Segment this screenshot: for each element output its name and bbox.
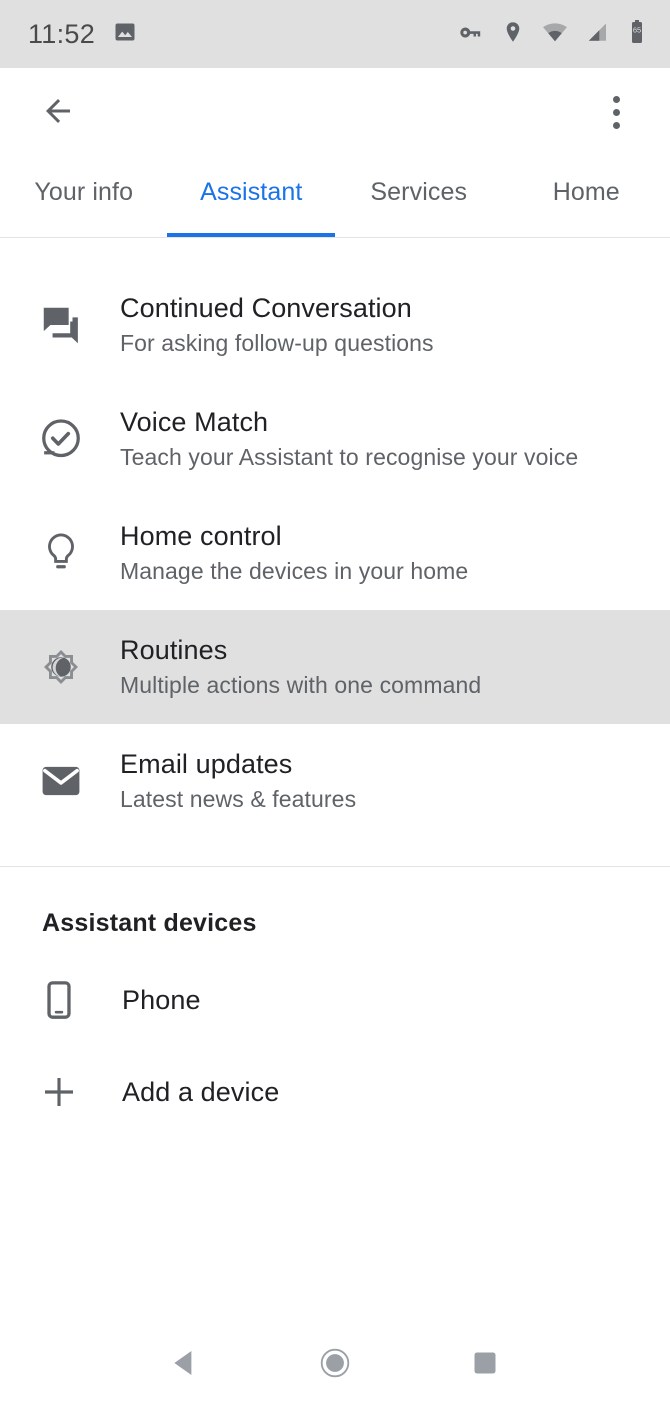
question-answer-icon <box>38 302 100 348</box>
list-item-title: Continued Conversation <box>120 292 412 323</box>
plus-icon <box>38 1071 100 1113</box>
list-item-title: Home control <box>120 520 282 551</box>
list-item-subtitle: Latest news & features <box>120 786 357 813</box>
tab-bar: Your info Assistant Services Home <box>0 156 670 238</box>
tab-your-info[interactable]: Your info <box>0 178 168 207</box>
voice-match-check-icon <box>38 416 100 462</box>
nav-home-button[interactable] <box>300 1329 370 1399</box>
list-top-spacer <box>0 238 670 268</box>
list-item-title: Routines <box>120 634 228 665</box>
status-bar-right: 65 <box>458 19 648 50</box>
battery-icon: 65 <box>626 19 648 50</box>
app-bar <box>0 68 670 156</box>
smartphone-icon <box>38 979 100 1021</box>
list-item-subtitle: Teach your Assistant to recognise your v… <box>120 444 579 471</box>
wifi-icon <box>542 19 568 50</box>
list-item-title: Email updates <box>120 748 293 779</box>
list-item-routines[interactable]: Routines Multiple actions with one comma… <box>0 610 670 724</box>
section-header-assistant-devices: Assistant devices <box>42 909 257 937</box>
nav-back-icon <box>168 1346 202 1383</box>
cellular-signal-icon <box>585 20 609 49</box>
list-item-continued-conversation[interactable]: Continued Conversation For asking follow… <box>0 268 670 382</box>
tab-assistant[interactable]: Assistant <box>168 178 336 207</box>
list-item-text: Home control Manage the devices in your … <box>100 518 478 588</box>
list-item-text: Routines Multiple actions with one comma… <box>100 632 491 702</box>
list-item-text: Continued Conversation For asking follow… <box>100 290 444 360</box>
device-item-add-a-device[interactable]: Add a device <box>0 1046 670 1138</box>
system-navigation-bar <box>0 1320 670 1408</box>
status-bar: 11:52 65 <box>0 0 670 68</box>
device-item-label: Phone <box>122 984 201 1015</box>
vpn-key-icon <box>458 19 484 50</box>
device-item-phone[interactable]: Phone <box>0 954 670 1046</box>
nav-recents-icon <box>470 1348 500 1381</box>
location-pin-icon <box>501 20 525 49</box>
list-item-home-control[interactable]: Home control Manage the devices in your … <box>0 496 670 610</box>
tab-home[interactable]: Home <box>503 178 670 207</box>
status-bar-clock: 11:52 <box>28 18 96 49</box>
device-item-label: Add a device <box>122 1076 280 1107</box>
list-item-subtitle: For asking follow-up questions <box>120 330 434 357</box>
lightbulb-icon <box>38 530 100 576</box>
nav-home-icon <box>318 1346 352 1383</box>
list-item-title: Voice Match <box>120 406 269 437</box>
tab-services[interactable]: Services <box>335 178 503 207</box>
phone-screen: 11:52 65 Your info Assistant Services Ho… <box>0 0 670 1408</box>
nav-recents-button[interactable] <box>450 1329 520 1399</box>
tab-active-indicator <box>167 233 335 237</box>
assistant-settings-list: Continued Conversation For asking follow… <box>0 238 670 1320</box>
list-item-email-updates[interactable]: Email updates Latest news & features <box>0 724 670 838</box>
list-item-subtitle: Manage the devices in your home <box>120 558 469 585</box>
overflow-menu-button[interactable] <box>590 86 642 138</box>
battery-level-text: 65 <box>633 25 641 34</box>
back-button[interactable] <box>32 86 84 138</box>
list-item-voice-match[interactable]: Voice Match Teach your Assistant to reco… <box>0 382 670 496</box>
email-icon <box>38 758 100 804</box>
list-item-text: Email updates Latest news & features <box>100 746 366 816</box>
arrow-back-icon <box>40 93 76 132</box>
status-bar-left: 11:52 <box>28 19 137 50</box>
routines-sun-moon-icon <box>38 644 100 690</box>
list-item-text: Voice Match Teach your Assistant to reco… <box>100 404 588 474</box>
image-icon <box>113 20 137 49</box>
more-vert-icon <box>612 95 620 129</box>
nav-back-button[interactable] <box>150 1329 220 1399</box>
list-item-subtitle: Multiple actions with one command <box>120 672 482 699</box>
